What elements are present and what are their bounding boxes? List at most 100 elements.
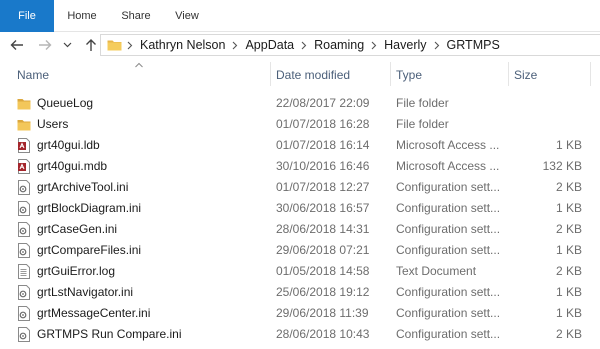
access-database-icon [17, 159, 31, 174]
file-size: 2 KB [555, 327, 582, 341]
config-file-icon [17, 306, 31, 321]
file-date: 01/07/2018 16:14 [276, 138, 370, 152]
chevron-right-icon [297, 41, 311, 50]
list-item[interactable]: grtMessageCenter.ini 29/06/2018 11:39 Co… [0, 303, 600, 324]
column-header-name[interactable]: Name [17, 68, 49, 82]
back-button[interactable] [8, 36, 26, 54]
file-type: Configuration sett... [396, 285, 501, 299]
list-item[interactable]: grt40gui.mdb 30/10/2016 16:46 Microsoft … [0, 156, 600, 177]
column-divider[interactable] [390, 62, 391, 86]
file-date: 30/10/2016 16:46 [276, 159, 370, 173]
breadcrumb-item-grtmps[interactable]: GRTMPS [444, 38, 503, 52]
file-size: 2 KB [555, 264, 582, 278]
tab-home[interactable]: Home [54, 0, 110, 32]
chevron-down-icon [63, 42, 71, 48]
back-arrow-icon [10, 40, 23, 50]
list-item[interactable]: grtCaseGen.ini 28/06/2018 14:31 Configur… [0, 219, 600, 240]
list-item[interactable]: grt40gui.ldb 01/07/2018 16:14 Microsoft … [0, 135, 600, 156]
file-type: Configuration sett... [396, 306, 501, 320]
file-size: 2 KB [555, 180, 582, 194]
access-lock-file-icon [17, 138, 31, 153]
breadcrumb-label: Roaming [314, 38, 365, 52]
file-date: 01/05/2018 14:58 [276, 264, 370, 278]
file-date: 30/06/2018 16:57 [276, 201, 370, 215]
breadcrumb-item-user[interactable]: Kathryn Nelson [137, 38, 228, 52]
list-item[interactable]: grtCompareFiles.ini 29/06/2018 07:21 Con… [0, 240, 600, 261]
chevron-right-icon [228, 41, 242, 50]
file-name: grtCompareFiles.ini [37, 243, 142, 257]
config-file-icon [17, 180, 31, 195]
file-name: Users [37, 117, 69, 131]
chevron-right-icon [430, 41, 444, 50]
file-name: grt40gui.mdb [37, 159, 108, 173]
forward-arrow-icon [39, 40, 52, 50]
file-date: 28/06/2018 10:43 [276, 327, 370, 341]
file-type: File folder [396, 96, 449, 110]
file-date: 22/08/2017 22:09 [276, 96, 370, 110]
breadcrumb-separator[interactable] [123, 41, 137, 50]
recent-locations-button[interactable] [60, 36, 74, 54]
up-button[interactable] [82, 36, 100, 54]
breadcrumb-item-roaming[interactable]: Roaming [311, 38, 367, 52]
file-size: 1 KB [555, 285, 582, 299]
file-size: 1 KB [555, 306, 582, 320]
chevron-right-icon [123, 41, 137, 50]
file-type: Configuration sett... [396, 222, 501, 236]
file-name: grtGuiError.log [37, 264, 116, 278]
tab-share[interactable]: Share [110, 0, 162, 32]
breadcrumb-separator[interactable] [228, 41, 242, 50]
column-header-date[interactable]: Date modified [276, 68, 350, 82]
column-divider[interactable] [508, 62, 509, 86]
file-size: 2 KB [555, 222, 582, 236]
file-type: Configuration sett... [396, 180, 501, 194]
column-divider[interactable] [270, 62, 271, 86]
file-type: Microsoft Access ... [396, 159, 500, 173]
file-type: Text Document [396, 264, 477, 278]
ribbon: File Home Share View [0, 0, 600, 32]
config-file-icon [17, 285, 31, 300]
text-document-icon [17, 264, 31, 279]
tab-view[interactable]: View [162, 0, 212, 32]
column-header-row: Name Date modified Type Size [0, 62, 600, 86]
list-item[interactable]: Users 01/07/2018 16:28 File folder [0, 114, 600, 135]
config-file-icon [17, 222, 31, 237]
file-type: Microsoft Access ... [396, 138, 500, 152]
address-bar[interactable]: Kathryn Nelson AppData Roaming Haverly G… [100, 34, 600, 56]
file-size: 132 KB [542, 159, 582, 173]
file-type: Configuration sett... [396, 327, 501, 341]
column-divider[interactable] [590, 62, 591, 86]
file-name: grt40gui.ldb [37, 138, 100, 152]
folder-icon [17, 117, 31, 132]
list-item[interactable]: GRTMPS Run Compare.ini 28/06/2018 10:43 … [0, 324, 600, 345]
file-type: Configuration sett... [396, 201, 501, 215]
file-list: QueueLog 22/08/2017 22:09 File folder Us… [0, 93, 600, 345]
file-name: grtBlockDiagram.ini [37, 201, 142, 215]
folder-icon [107, 38, 123, 52]
file-name: grtMessageCenter.ini [37, 306, 151, 320]
list-item[interactable]: grtBlockDiagram.ini 30/06/2018 16:57 Con… [0, 198, 600, 219]
breadcrumb-item-appdata[interactable]: AppData [242, 38, 297, 52]
column-header-size[interactable]: Size [514, 68, 537, 82]
breadcrumb-separator[interactable] [430, 41, 444, 50]
breadcrumb-separator[interactable] [297, 41, 311, 50]
breadcrumb-label: Kathryn Nelson [140, 38, 226, 52]
breadcrumb-item-haverly[interactable]: Haverly [381, 38, 429, 52]
list-item[interactable]: grtGuiError.log 01/05/2018 14:58 Text Do… [0, 261, 600, 282]
file-size: 1 KB [555, 243, 582, 257]
column-header-type[interactable]: Type [396, 68, 422, 82]
list-item[interactable]: grtArchiveTool.ini 01/07/2018 12:27 Conf… [0, 177, 600, 198]
file-date: 28/06/2018 14:31 [276, 222, 370, 236]
forward-button[interactable] [36, 36, 54, 54]
list-item[interactable]: grtLstNavigator.ini 25/06/2018 19:12 Con… [0, 282, 600, 303]
breadcrumb-label: AppData [245, 38, 295, 52]
breadcrumb-separator[interactable] [367, 41, 381, 50]
file-size: 1 KB [555, 201, 582, 215]
list-item[interactable]: QueueLog 22/08/2017 22:09 File folder [0, 93, 600, 114]
file-name: grtArchiveTool.ini [37, 180, 129, 194]
navigation-bar: Kathryn Nelson AppData Roaming Haverly G… [0, 32, 600, 58]
tab-file[interactable]: File [0, 0, 54, 32]
up-arrow-icon [86, 39, 96, 51]
config-file-icon [17, 327, 31, 342]
chevron-right-icon [367, 41, 381, 50]
file-name: GRTMPS Run Compare.ini [37, 327, 182, 341]
